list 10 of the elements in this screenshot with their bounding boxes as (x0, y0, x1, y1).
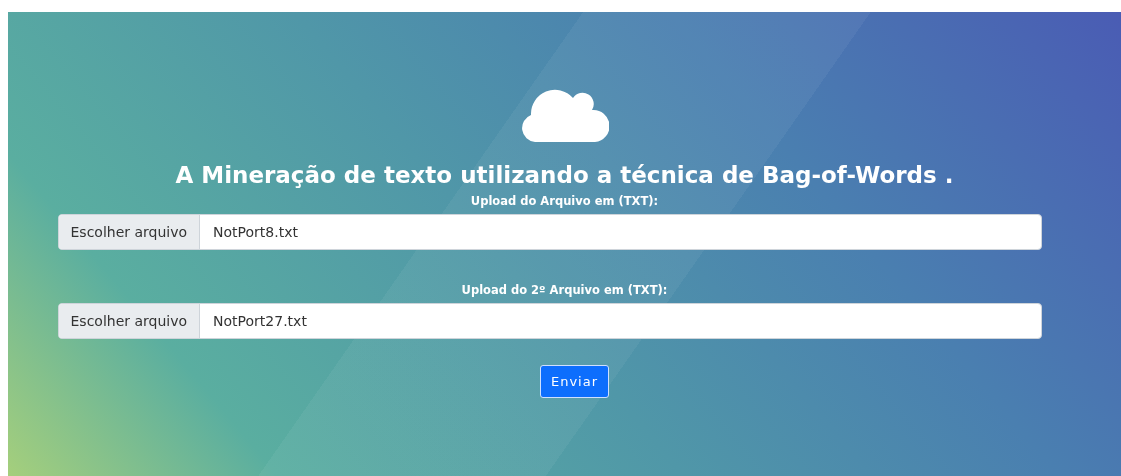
submit-button[interactable]: Enviar (539, 365, 610, 398)
choose-file-button[interactable]: Escolher arquivo (58, 215, 201, 249)
choose-file-button[interactable]: Escolher arquivo (58, 304, 201, 338)
upload-label: Upload do Arquivo em (TXT): (470, 194, 659, 208)
file-input[interactable]: Escolher arquivo NotPort8.txt (57, 214, 1042, 250)
file-name: NotPort27.txt (212, 312, 308, 331)
file-input[interactable]: Escolher arquivo NotPort27.txt (57, 303, 1042, 339)
file-name: NotPort8.txt (212, 223, 299, 242)
upload-label: Upload do 2º Arquivo em (TXT): (461, 283, 668, 297)
page-title: A Mineração de texto utilizando a técnica de Bag-of-Words . (175, 162, 954, 188)
